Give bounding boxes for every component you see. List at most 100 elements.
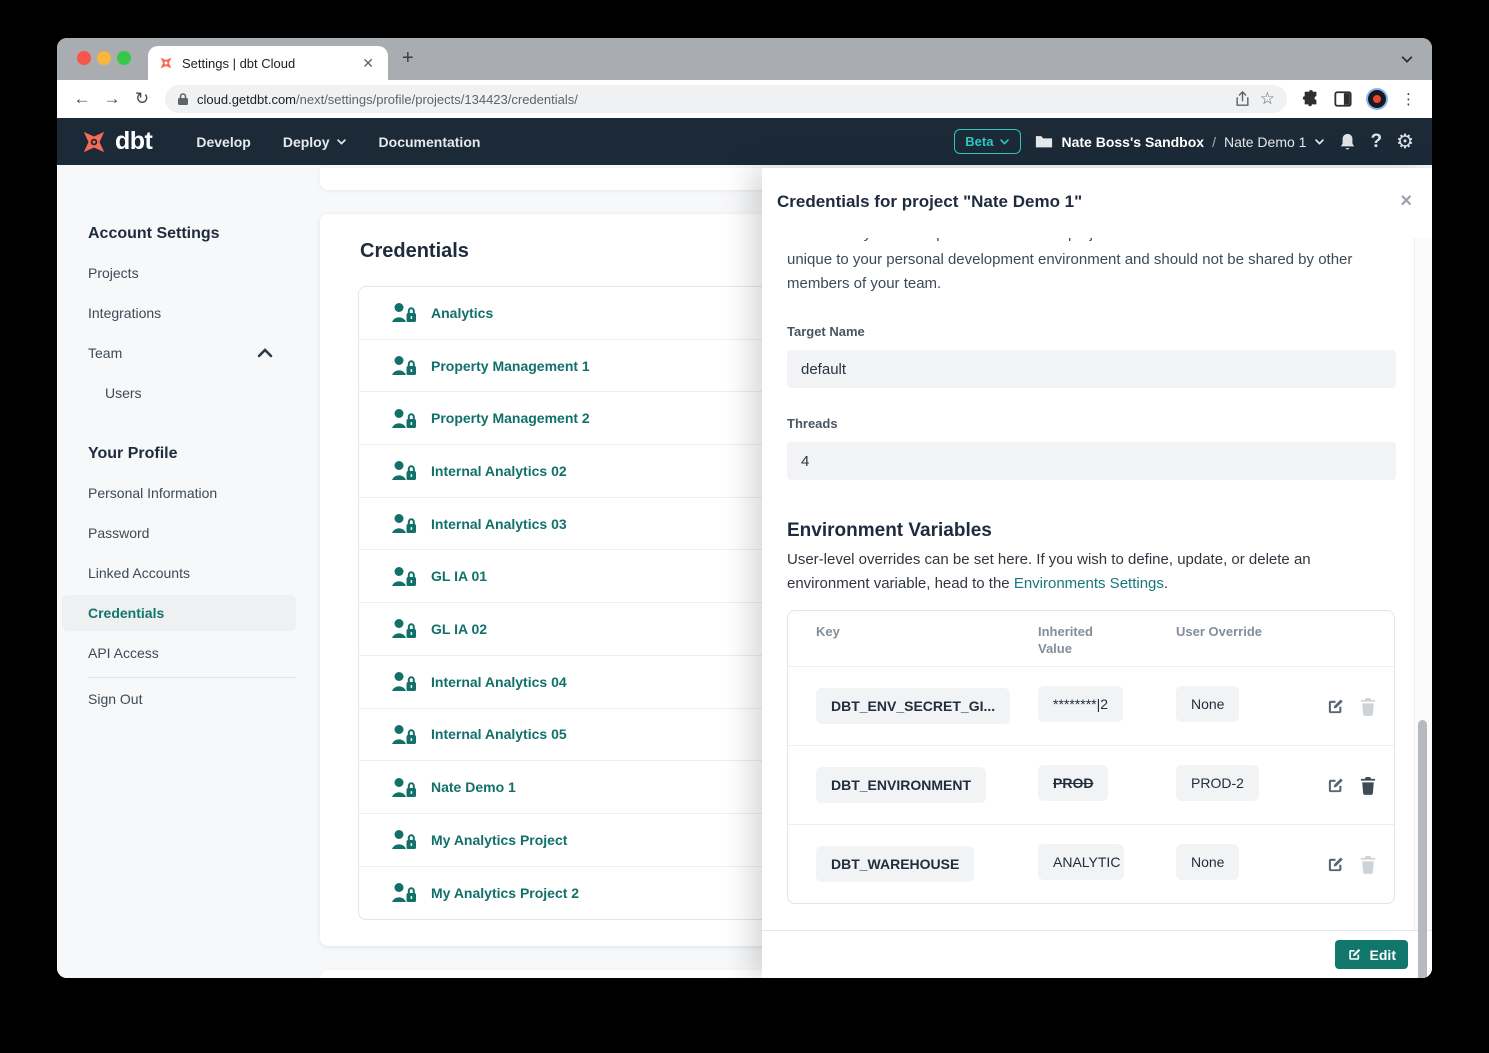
env-var-user-override: PROD-2 (1176, 765, 1259, 801)
dbt-logo-icon (79, 127, 109, 157)
threads-input[interactable]: 4 (787, 442, 1396, 480)
environment-variable-row: DBT_WAREHOUSEANALYTICNone (788, 824, 1394, 903)
delete-row-icon (1360, 855, 1376, 874)
side-panel-icon[interactable] (1334, 90, 1352, 108)
address-bar[interactable]: cloud.getdbt.com/next/settings/profile/p… (165, 85, 1287, 113)
user-credential-icon (391, 829, 417, 850)
environment-variable-row: DBT_ENV_SECRET_GI... ********|2 None (788, 666, 1394, 745)
user-credential-icon (391, 777, 417, 798)
account-project-breadcrumb[interactable]: Nate Boss's Sandbox / Nate Demo 1 (1035, 134, 1325, 150)
table-header-row: Key Inherited Value User Override (788, 611, 1394, 666)
sidebar-item-linked-accounts[interactable]: Linked Accounts (88, 565, 190, 581)
credential-name: My Analytics Project (431, 832, 567, 848)
beta-dropdown[interactable]: Beta (954, 129, 1021, 154)
dbt-favicon-icon (158, 55, 174, 71)
bookmark-star-icon[interactable]: ☆ (1260, 89, 1275, 109)
sidebar-item-sign-out[interactable]: Sign Out (88, 691, 142, 707)
credentials-panel: Credentials for project "Nate Demo 1" × … (762, 168, 1432, 978)
back-button[interactable]: ← (67, 89, 97, 109)
credential-name: Internal Analytics 02 (431, 463, 567, 479)
sidebar-item-projects[interactable]: Projects (88, 265, 139, 281)
settings-gear-icon[interactable]: ⚙ (1396, 129, 1414, 154)
page-content: Account Settings Projects Integrations T… (57, 165, 1432, 978)
user-credential-icon (391, 618, 417, 639)
edit-button[interactable]: Edit (1335, 940, 1408, 969)
credential-name: GL IA 01 (431, 568, 487, 584)
target-name-label: Target Name (787, 324, 1394, 339)
url-text: cloud.getdbt.com/next/settings/profile/p… (197, 92, 1235, 107)
tab-title: Settings | dbt Cloud (182, 56, 358, 71)
browser-menu-icon[interactable]: ⋮ (1401, 90, 1416, 108)
tab-strip: Settings | dbt Cloud ✕ + (57, 38, 1432, 80)
chevron-up-icon[interactable] (257, 347, 273, 360)
env-var-key: DBT_ENV_SECRET_GI... (816, 688, 1010, 724)
credential-name: My Analytics Project 2 (431, 885, 579, 901)
user-credential-icon (391, 355, 417, 376)
app-navbar: dbt Develop Deploy Documentation Beta Na… (57, 118, 1432, 165)
extensions-puzzle-icon[interactable] (1302, 90, 1320, 108)
tab-close-icon[interactable]: ✕ (358, 55, 378, 72)
new-tab-button[interactable]: + (402, 47, 414, 70)
credential-name: Nate Demo 1 (431, 779, 516, 795)
user-credential-icon (391, 724, 417, 745)
profile-avatar[interactable] (1366, 88, 1388, 110)
nav-documentation[interactable]: Documentation (379, 134, 481, 150)
browser-tab[interactable]: Settings | dbt Cloud ✕ (148, 46, 388, 80)
user-credential-icon (391, 408, 417, 429)
dbt-logo[interactable]: dbt (79, 127, 152, 157)
account-name: Nate Boss's Sandbox (1061, 134, 1204, 150)
credential-name: Property Management 1 (431, 358, 590, 374)
share-icon[interactable] (1235, 91, 1250, 107)
environments-settings-link[interactable]: Environments Settings (1014, 575, 1164, 592)
window-close-button[interactable] (77, 51, 91, 65)
target-name-input[interactable]: default (787, 350, 1396, 388)
close-icon[interactable]: × (1400, 190, 1412, 213)
panel-header: Credentials for project "Nate Demo 1" × (762, 168, 1432, 238)
chevron-down-icon (999, 136, 1010, 147)
env-var-user-override: None (1176, 686, 1239, 722)
project-name: Nate Demo 1 (1224, 134, 1306, 150)
window-minimize-button[interactable] (97, 51, 111, 65)
sidebar-item-personal-information[interactable]: Personal Information (88, 485, 217, 501)
help-icon[interactable]: ? (1370, 131, 1382, 153)
chevron-down-icon (336, 136, 347, 147)
table-header-user-override: User Override (1176, 623, 1266, 640)
table-header-key: Key (816, 623, 906, 640)
sidebar-item-users[interactable]: Users (105, 385, 142, 401)
edit-row-icon[interactable] (1326, 697, 1345, 716)
folder-icon (1035, 134, 1053, 149)
sidebar-item-api-access[interactable]: API Access (88, 645, 159, 661)
notifications-bell-icon[interactable] (1339, 133, 1356, 151)
user-credential-icon (391, 513, 417, 534)
sidebar-divider (88, 677, 296, 678)
reload-button[interactable]: ↻ (127, 89, 157, 109)
sidebar-item-credentials[interactable]: Credentials (88, 605, 164, 621)
browser-window: Settings | dbt Cloud ✕ + ← → ↻ cloud.get… (57, 38, 1432, 978)
env-var-key: DBT_WAREHOUSE (816, 846, 974, 882)
environment-variables-table: Key Inherited Value User Override DBT_EN… (787, 610, 1395, 904)
environment-variable-row: DBT_ENVIRONMENTPRODPROD-2 (788, 745, 1394, 824)
sidebar-item-password[interactable]: Password (88, 525, 149, 541)
nav-deploy[interactable]: Deploy (283, 134, 347, 150)
sidebar-section-account-settings: Account Settings (88, 225, 220, 243)
sidebar-item-integrations[interactable]: Integrations (88, 305, 161, 321)
edit-row-icon[interactable] (1326, 776, 1345, 795)
sidebar-item-team[interactable]: Team (88, 345, 122, 361)
edit-row-icon[interactable] (1326, 855, 1345, 874)
delete-row-icon[interactable] (1360, 776, 1376, 795)
panel-description: unique to your personal development envi… (787, 248, 1387, 296)
credential-name: Internal Analytics 04 (431, 674, 567, 690)
tab-search-chevron-icon[interactable] (1400, 52, 1414, 66)
user-credential-icon (391, 460, 417, 481)
forward-button[interactable]: → (97, 89, 127, 109)
window-zoom-button[interactable] (117, 51, 131, 65)
env-var-key: DBT_ENVIRONMENT (816, 767, 986, 803)
panel-scrollbar-track[interactable] (1414, 238, 1432, 930)
nav-develop[interactable]: Develop (196, 134, 250, 150)
panel-scrollbar-thumb[interactable] (1418, 720, 1427, 978)
env-var-inherited-value: ********|2 (1038, 686, 1123, 722)
edit-pencil-icon (1347, 947, 1362, 962)
panel-footer: Edit (762, 930, 1432, 978)
threads-label: Threads (787, 416, 1394, 431)
table-header-inherited-value: Inherited Value (1038, 623, 1128, 657)
